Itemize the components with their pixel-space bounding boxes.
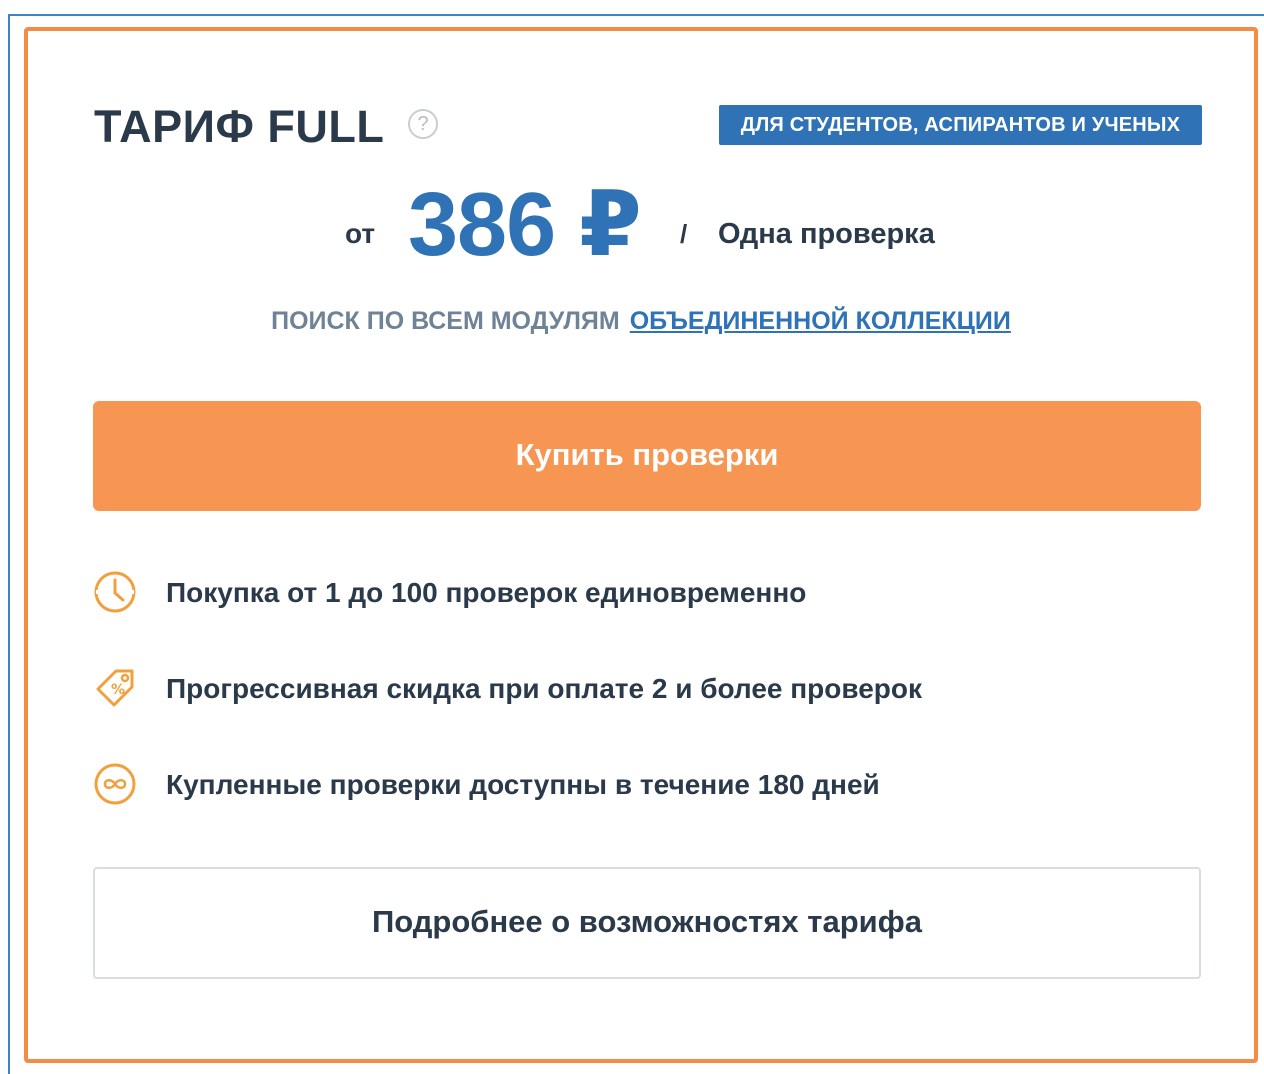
collection-link[interactable]: объединенной коллекции — [630, 307, 1011, 335]
feature-item: % Прогрессивная скидка при оплате 2 и бо… — [92, 665, 1192, 715]
price-row: от 386 ₽ / Одна проверка — [28, 177, 1254, 277]
infinity-icon — [94, 763, 136, 805]
price-from-label: от — [345, 218, 376, 249]
tariff-title: ТАРИФ FULL — [94, 101, 385, 152]
tariff-details-button[interactable]: Подробнее о возможностях тарифа — [93, 867, 1201, 979]
search-scope-line: поиск по всем модулям объединенной коллек… — [28, 306, 1254, 336]
price-separator: / — [680, 219, 688, 249]
tariff-card: ТАРИФ FULL ? для студентов, аспирантов и… — [24, 27, 1258, 1063]
search-scope-text: поиск по всем модулям — [271, 307, 620, 335]
feature-text: Прогрессивная скидка при оплате 2 и боле… — [166, 673, 922, 704]
clock-icon — [94, 571, 136, 613]
price-amount: 386 ₽ — [408, 175, 642, 275]
buy-checks-button[interactable]: Купить проверки — [93, 401, 1201, 511]
feature-item: Купленные проверки доступны в течение 18… — [92, 761, 1192, 811]
price-unit: Одна проверка — [718, 218, 935, 250]
feature-item: Покупка от 1 до 100 проверок единовремен… — [92, 569, 1192, 619]
question-circle-icon[interactable]: ? — [408, 109, 438, 139]
svg-text:%: % — [111, 682, 125, 698]
feature-text: Покупка от 1 до 100 проверок единовремен… — [166, 577, 807, 608]
audience-badge: для студентов, аспирантов и ученых — [719, 105, 1202, 145]
feature-text: Купленные проверки доступны в течение 18… — [166, 769, 880, 800]
discount-tag-icon: % — [96, 669, 134, 707]
